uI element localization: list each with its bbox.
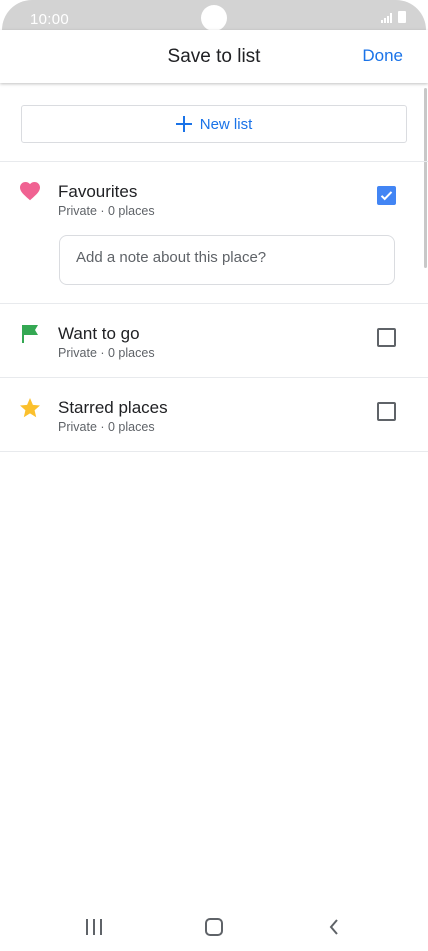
battery-icon xyxy=(398,11,406,23)
star-icon xyxy=(20,398,40,418)
list-item-starred-places[interactable]: Starred places Private · 0 places xyxy=(0,378,428,451)
new-list-label: New list xyxy=(199,115,253,133)
checkmark-icon xyxy=(380,191,393,201)
favourites-checkbox[interactable] xyxy=(377,186,396,205)
divider xyxy=(0,451,428,452)
list-item-title: Want to go xyxy=(58,324,140,343)
system-nav-bar xyxy=(0,905,428,951)
heart-icon xyxy=(20,182,40,201)
note-input[interactable]: Add a note about this place? xyxy=(59,235,395,285)
list-item-subtitle: Private · 0 places xyxy=(58,204,155,218)
want-to-go-checkbox[interactable] xyxy=(377,328,396,347)
list-item-subtitle: Private · 0 places xyxy=(58,420,155,434)
list-item-subtitle: Private · 0 places xyxy=(58,346,155,360)
app-header: Save to list Done xyxy=(0,30,428,83)
back-icon[interactable] xyxy=(327,917,341,937)
flag-icon xyxy=(22,325,38,343)
home-icon[interactable] xyxy=(205,918,223,936)
new-list-button[interactable]: New list xyxy=(21,105,407,143)
camera-cutout xyxy=(201,5,227,31)
starred-places-checkbox[interactable] xyxy=(377,402,396,421)
list-item-title: Starred places xyxy=(58,398,168,417)
status-icons xyxy=(381,11,406,23)
list-item-want-to-go[interactable]: Want to go Private · 0 places xyxy=(0,304,428,377)
list-item-title: Favourites xyxy=(58,182,138,201)
done-button[interactable]: Done xyxy=(362,46,403,66)
recents-icon[interactable] xyxy=(86,919,104,935)
signal-icon xyxy=(381,13,393,23)
status-bar: 10:00 xyxy=(0,0,428,34)
plus-icon xyxy=(175,116,192,132)
status-time: 10:00 xyxy=(30,11,70,28)
